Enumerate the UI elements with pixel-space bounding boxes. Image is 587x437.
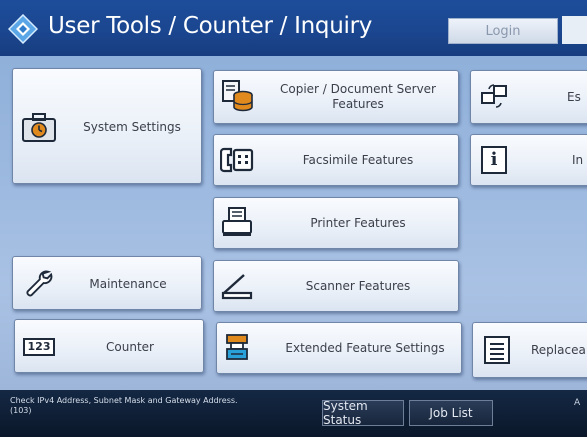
copier-document-icon [222, 80, 253, 112]
toolbox-clock-icon [22, 113, 56, 142]
inquiry-button[interactable]: i In [470, 134, 587, 186]
copier-document-server-button[interactable]: Copier / Document Server Features [213, 70, 459, 124]
replacement-button[interactable]: Replacea [472, 322, 587, 378]
screen-features-button[interactable]: Es [470, 70, 587, 124]
system-status-button[interactable]: System Status [322, 399, 404, 427]
extended-settings-icon [226, 334, 248, 360]
footer-edge-text: A [574, 398, 581, 408]
system-settings-label: System Settings [83, 120, 181, 134]
login-button[interactable]: Login [448, 18, 558, 44]
copier-document-server-label: Copier / Document Server Features [280, 82, 436, 111]
main-menu-panel: System Settings Copier / Document Server… [0, 56, 587, 390]
wrench-icon [26, 270, 53, 297]
extended-feature-settings-button[interactable]: Extended Feature Settings [216, 322, 462, 374]
maintenance-button[interactable]: Maintenance [12, 256, 202, 310]
page-title: User Tools / Counter / Inquiry [48, 13, 373, 39]
info-icon: i [481, 146, 507, 174]
header-bar: User Tools / Counter / Inquiry Login [0, 0, 587, 56]
status-message-line2: (103) [10, 406, 32, 415]
counter-button[interactable]: 123 Counter [14, 319, 204, 373]
maintenance-label: Maintenance [89, 277, 167, 291]
header-edge-button[interactable] [562, 16, 587, 44]
status-footer: Check IPv4 Address, Subnet Mask and Gate… [0, 390, 587, 437]
facsimile-features-button[interactable]: Facsimile Features [213, 134, 459, 186]
screen-features-label: Es [567, 90, 581, 104]
system-settings-button[interactable]: System Settings [12, 68, 202, 184]
counter-label: Counter [106, 340, 154, 354]
scanner-features-label: Scanner Features [305, 279, 411, 293]
extended-feature-settings-label: Extended Feature Settings [285, 341, 445, 355]
screen-switch-icon [481, 84, 507, 108]
replacement-label: Replacea [531, 343, 586, 357]
job-list-button[interactable]: Job List [409, 400, 493, 426]
facsimile-features-label: Facsimile Features [302, 153, 414, 167]
scanner-features-button[interactable]: Scanner Features [213, 260, 459, 312]
printer-features-label: Printer Features [310, 216, 406, 230]
status-message: Check IPv4 Address, Subnet Mask and Gate… [10, 396, 238, 416]
printer-icon [222, 207, 252, 236]
diamond-logo-icon [8, 14, 38, 44]
inquiry-label: In [572, 153, 584, 167]
fax-phone-icon [220, 147, 254, 173]
status-message-line1: Check IPv4 Address, Subnet Mask and Gate… [10, 396, 238, 405]
scanner-icon [221, 274, 253, 300]
printer-features-button[interactable]: Printer Features [213, 197, 459, 249]
list-icon [484, 336, 510, 364]
counter-123-icon: 123 [23, 338, 55, 356]
